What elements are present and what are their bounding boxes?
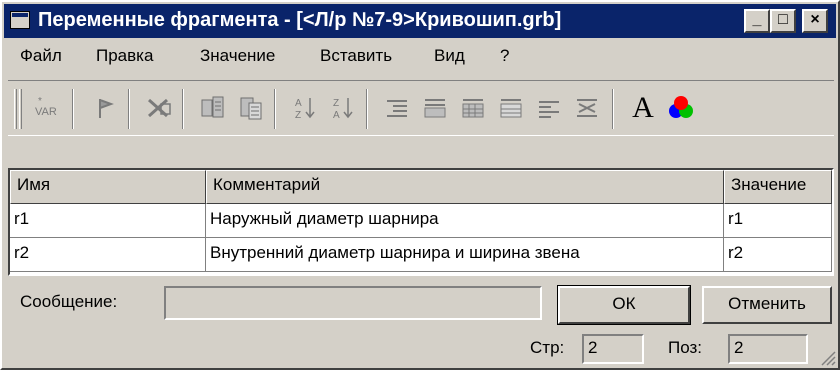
toolbar-separator bbox=[612, 89, 614, 129]
svg-text:Z: Z bbox=[295, 110, 301, 121]
cell-value-editing[interactable]: r2 bbox=[724, 238, 832, 272]
menu-insert[interactable]: Вставить bbox=[320, 46, 392, 66]
close-button[interactable]: × bbox=[802, 9, 828, 33]
title-bar[interactable]: Переменные фрагмента - [<Л/р №7-9>Кривош… bbox=[4, 4, 836, 38]
ok-button[interactable]: ОК bbox=[557, 285, 691, 325]
svg-text:*: * bbox=[38, 96, 42, 107]
toolbar-grip[interactable] bbox=[14, 89, 17, 129]
menu-file[interactable]: Файл bbox=[20, 46, 62, 66]
cell-comment[interactable]: Внутренний диаметр шарнира и ширина звен… bbox=[206, 238, 724, 272]
paste-icon[interactable] bbox=[234, 91, 268, 125]
row-value: 2 bbox=[582, 334, 644, 364]
position-value: 2 bbox=[728, 334, 808, 364]
position-label: Поз: bbox=[668, 338, 702, 357]
sort-za-icon[interactable]: ZA bbox=[326, 91, 360, 125]
cell-comment[interactable]: Наружный диаметр шарнира bbox=[206, 204, 724, 238]
toolbar: VAR * AZ ZA A bbox=[8, 80, 834, 136]
toolbar-separator bbox=[366, 89, 368, 129]
column-header-value[interactable]: Значение bbox=[724, 170, 832, 204]
toolbar-grip-2 bbox=[19, 89, 22, 129]
color-icon[interactable] bbox=[664, 91, 698, 125]
variable-icon[interactable]: VAR * bbox=[30, 91, 64, 125]
font-glyph: A bbox=[632, 91, 654, 124]
cancel-button[interactable]: Отменить bbox=[702, 286, 832, 324]
menu-edit[interactable]: Правка bbox=[96, 46, 153, 66]
list-icon-2[interactable] bbox=[418, 91, 452, 125]
message-field bbox=[164, 286, 542, 320]
toolbar-separator bbox=[72, 89, 74, 129]
font-icon[interactable]: A bbox=[626, 91, 660, 125]
svg-text:Z: Z bbox=[333, 98, 339, 109]
menu-view[interactable]: Вид bbox=[434, 46, 465, 66]
menu-value[interactable]: Значение bbox=[200, 46, 275, 66]
row-label: Стр: bbox=[530, 338, 565, 357]
cell-value[interactable]: r1 bbox=[724, 204, 832, 238]
column-header-comment[interactable]: Комментарий bbox=[206, 170, 724, 204]
list-icon-5[interactable] bbox=[532, 91, 566, 125]
toolbar-separator bbox=[182, 89, 184, 129]
message-label: Сообщение: bbox=[20, 292, 118, 311]
window-title: Переменные фрагмента - [<Л/р №7-9>Кривош… bbox=[38, 9, 562, 31]
column-header-name[interactable]: Имя bbox=[10, 170, 206, 204]
variables-table: Имя Комментарий Значение r1 Наружный диа… bbox=[8, 168, 834, 276]
list-icon-3[interactable] bbox=[456, 91, 490, 125]
delete-icon[interactable] bbox=[142, 91, 176, 125]
minimize-button[interactable]: _ bbox=[744, 9, 770, 33]
variables-window: Переменные фрагмента - [<Л/р №7-9>Кривош… bbox=[0, 0, 840, 370]
copy-icon[interactable] bbox=[196, 91, 230, 125]
list-icon-6[interactable] bbox=[570, 91, 604, 125]
cell-name[interactable]: r2 bbox=[10, 238, 206, 272]
cell-name[interactable]: r1 bbox=[10, 204, 206, 238]
svg-text:VAR: VAR bbox=[35, 106, 57, 118]
list-icon-1[interactable] bbox=[380, 91, 414, 125]
svg-text:A: A bbox=[295, 98, 302, 109]
resize-grip-icon[interactable] bbox=[818, 348, 836, 366]
sort-az-icon[interactable]: AZ bbox=[288, 91, 322, 125]
flag-icon[interactable] bbox=[88, 91, 122, 125]
menu-help[interactable]: ? bbox=[500, 46, 509, 66]
svg-text:A: A bbox=[333, 110, 340, 121]
window-icon bbox=[10, 11, 30, 29]
toolbar-separator bbox=[128, 89, 130, 129]
list-icon-4[interactable] bbox=[494, 91, 528, 125]
menu-bar: Файл Правка Значение Вставить Вид ? bbox=[4, 42, 836, 72]
toolbar-separator bbox=[274, 89, 276, 129]
maximize-button[interactable]: □ bbox=[770, 9, 796, 33]
